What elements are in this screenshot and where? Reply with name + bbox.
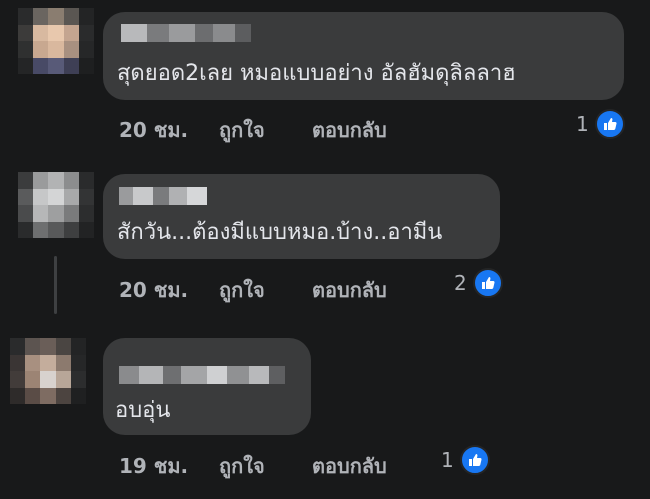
comment-actions: 19 ชม. ถูกใจ ตอบกลับ	[119, 450, 387, 482]
reaction-summary[interactable]: 1	[576, 109, 625, 139]
comment-text: สักวัน...ต้องมีแบบหมอ.บ้าง..อามีน	[117, 220, 443, 245]
reply-button[interactable]: ตอบกลับ	[312, 114, 387, 146]
comment-time[interactable]: 20 ชม.	[119, 114, 219, 146]
reply-button[interactable]: ตอบกลับ	[312, 274, 387, 306]
reaction-summary[interactable]: 2	[454, 268, 503, 298]
thread-line	[54, 256, 57, 314]
like-button[interactable]: ถูกใจ	[219, 274, 312, 306]
reaction-count: 1	[441, 448, 454, 472]
comment-time[interactable]: 19 ชม.	[119, 450, 219, 482]
avatar[interactable]	[18, 172, 94, 238]
author-name-pixelated[interactable]	[121, 24, 251, 42]
comment-bubble: สักวัน...ต้องมีแบบหมอ.บ้าง..อามีน	[103, 174, 500, 259]
comment-actions: 20 ชม. ถูกใจ ตอบกลับ	[119, 114, 387, 146]
comment-bubble: อบอุ่น	[103, 338, 311, 435]
avatar[interactable]	[10, 338, 86, 404]
reaction-summary[interactable]: 1	[441, 445, 490, 475]
thumbs-up-icon	[594, 109, 625, 139]
author-name-pixelated[interactable]	[119, 366, 285, 384]
author-name-pixelated[interactable]	[119, 187, 207, 205]
comment-time[interactable]: 20 ชม.	[119, 274, 219, 306]
comment-text: อบอุ่น	[115, 398, 171, 423]
like-button[interactable]: ถูกใจ	[219, 450, 312, 482]
reaction-count: 2	[454, 271, 467, 295]
like-button[interactable]: ถูกใจ	[219, 114, 312, 146]
comment-bubble: สุดยอด2เลย หมอแบบอย่าง อัลฮัมดุลิลลาฮ	[103, 12, 624, 100]
thumbs-up-icon	[459, 445, 490, 475]
comment-actions: 20 ชม. ถูกใจ ตอบกลับ	[119, 274, 387, 306]
reply-button[interactable]: ตอบกลับ	[312, 450, 387, 482]
reaction-count: 1	[576, 112, 589, 136]
thumbs-up-icon	[472, 268, 503, 298]
comment-text: สุดยอด2เลย หมอแบบอย่าง อัลฮัมดุลิลลาฮ	[117, 61, 516, 86]
avatar[interactable]	[18, 8, 94, 74]
